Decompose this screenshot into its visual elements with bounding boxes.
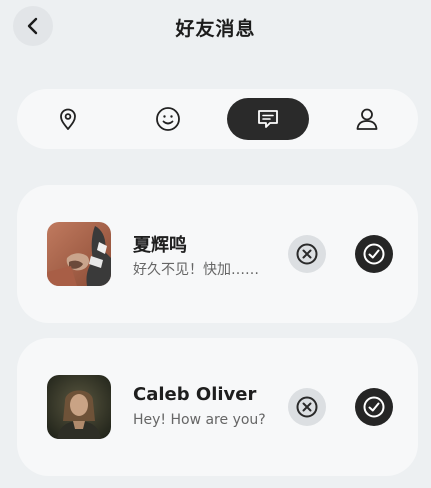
friend-message: Hey! How are you? [133, 412, 266, 428]
page-title: 好友消息 [175, 18, 256, 40]
smiley-icon [156, 107, 180, 131]
check-circle-icon [363, 396, 385, 418]
close-circle-icon [296, 396, 318, 418]
header: 好友消息 [0, 0, 431, 56]
person-icon [356, 108, 378, 130]
avatar[interactable] [47, 375, 111, 439]
chat-bubble-icon [258, 110, 278, 128]
close-circle-icon [296, 243, 318, 265]
friend-request-card: Caleb Oliver Hey! How are you? [17, 338, 418, 476]
friend-request-card: 夏辉鸣 好久不见！快加…… [17, 185, 418, 323]
tab-bar [17, 89, 418, 149]
tab-emoji[interactable] [127, 98, 209, 140]
avatar[interactable] [47, 222, 111, 286]
friend-name: 夏辉鸣 [133, 235, 187, 256]
tab-location[interactable] [27, 98, 109, 140]
accept-button[interactable] [355, 235, 393, 273]
tab-profile[interactable] [326, 98, 408, 140]
accept-button[interactable] [355, 388, 393, 426]
friend-name: Caleb Oliver [133, 384, 257, 405]
reject-button[interactable] [288, 388, 326, 426]
location-pin-icon [60, 108, 76, 130]
check-circle-icon [363, 243, 385, 265]
friend-message: 好久不见！快加…… [133, 262, 259, 278]
reject-button[interactable] [288, 235, 326, 273]
tab-messages[interactable] [227, 98, 309, 140]
